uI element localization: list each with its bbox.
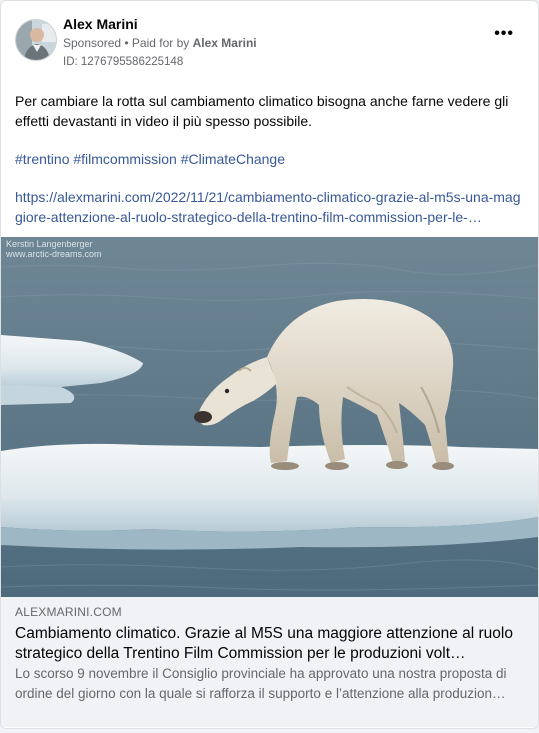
sponsored-line: Sponsored • Paid for by Alex Marini [63, 36, 257, 50]
polar-bear-photo [1, 237, 538, 597]
more-horizontal-icon[interactable]: ••• [494, 25, 514, 43]
link-preview[interactable]: ALEXMARINI.COM Cambiamento climatico. Gr… [1, 597, 538, 727]
post-hashtags[interactable]: #trentino #filmcommission #ClimateChange [15, 149, 523, 169]
ad-image[interactable]: Kerstin Langenberger www.arctic-dreams.c… [1, 237, 538, 597]
link-title[interactable]: Cambiamento climatico. Grazie al M5S una… [15, 624, 520, 664]
post-body: Per cambiare la rotta sul cambiamento cl… [15, 91, 523, 245]
post-url[interactable]: https://alexmarini.com/2022/11/21/cambia… [15, 187, 523, 227]
sponsored-label: Sponsored [63, 36, 122, 50]
ad-id: ID: 1276795586225148 [63, 56, 184, 68]
watermark-site: www.arctic-dreams.com [6, 249, 102, 259]
post-text: Per cambiare la rotta sul cambiamento cl… [15, 93, 509, 129]
post-header: Alex Marini Sponsored • Paid for by Alex… [15, 15, 524, 71]
separator-dot: • [121, 36, 132, 50]
watermark-author: Kerstin Langenberger [6, 239, 93, 249]
avatar[interactable] [15, 19, 57, 61]
author-name[interactable]: Alex Marini [63, 16, 138, 32]
link-domain: ALEXMARINI.COM [15, 605, 122, 619]
paid-for-label: Paid for by [131, 36, 193, 50]
ad-card: Alex Marini Sponsored • Paid for by Alex… [0, 0, 539, 729]
paid-by-name: Alex Marini [192, 36, 257, 50]
link-description: Lo scorso 9 novembre il Consiglio provin… [15, 666, 507, 701]
photo-watermark: Kerstin Langenberger www.arctic-dreams.c… [6, 239, 102, 259]
